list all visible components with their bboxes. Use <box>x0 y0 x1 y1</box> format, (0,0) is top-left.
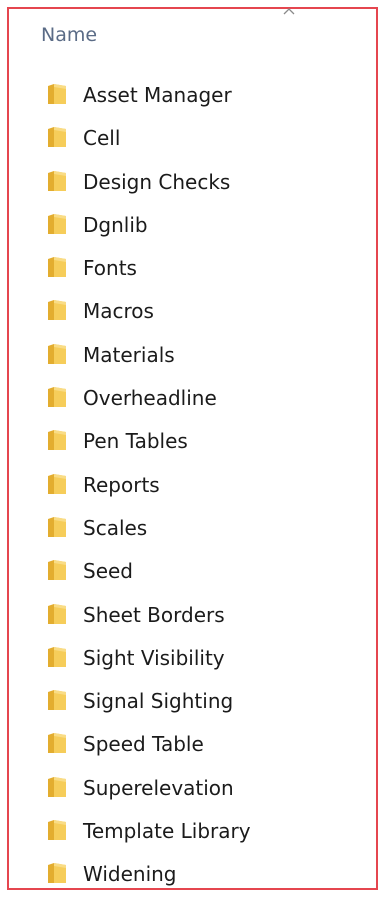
folder-item[interactable]: Superelevation <box>0 768 385 811</box>
folder-icon <box>47 343 67 365</box>
folder-icon <box>47 559 67 581</box>
folder-icon <box>47 299 67 321</box>
folder-item[interactable]: Overheadline <box>0 378 385 421</box>
folder-icon <box>47 776 67 798</box>
folder-name: Widening <box>83 862 177 887</box>
folder-item[interactable]: Asset Manager <box>0 75 385 118</box>
folder-name: Cell <box>83 126 121 151</box>
name-column-header[interactable]: Name <box>41 22 97 48</box>
folder-item[interactable]: Pen Tables <box>0 421 385 464</box>
folder-icon <box>47 386 67 408</box>
folder-item[interactable]: Fonts <box>0 248 385 291</box>
folder-name: Macros <box>83 299 154 324</box>
folder-name: Overheadline <box>83 386 217 411</box>
folder-name: Seed <box>83 559 133 584</box>
folder-name: Signal Sighting <box>83 689 234 714</box>
folder-item[interactable]: Reports <box>0 465 385 508</box>
folder-item[interactable]: Cell <box>0 118 385 161</box>
folder-name: Reports <box>83 472 160 497</box>
folder-icon <box>47 732 67 754</box>
folder-name: Pen Tables <box>83 429 188 454</box>
folder-name: Sheet Borders <box>83 602 225 627</box>
folder-item[interactable]: Sight Visibility <box>0 638 385 681</box>
folder-icon <box>47 819 67 841</box>
folder-name: Template Library <box>83 819 251 844</box>
folder-icon <box>47 170 67 192</box>
folder-name: Speed Table <box>83 732 204 757</box>
folder-icon <box>47 256 67 278</box>
folder-item[interactable]: Sheet Borders <box>0 595 385 638</box>
folder-icon <box>47 473 67 495</box>
folder-item[interactable]: Template Library <box>0 811 385 854</box>
folder-icon <box>47 126 67 148</box>
folder-item[interactable]: Speed Table <box>0 724 385 767</box>
folder-item[interactable]: Materials <box>0 335 385 378</box>
folder-name: Design Checks <box>83 169 231 194</box>
folder-name: Asset Manager <box>83 83 232 107</box>
folder-name: Scales <box>83 515 148 540</box>
folder-name: Sight Visibility <box>83 645 225 670</box>
folder-icon <box>47 646 67 668</box>
sort-caret-icon[interactable] <box>283 7 295 15</box>
folder-list: Asset Manager Cell Design Checks Dgnlib Font… <box>0 75 385 898</box>
folder-name: Fonts <box>83 256 137 281</box>
folder-name: Dgnlib <box>83 212 148 237</box>
folder-item[interactable]: Design Checks <box>0 162 385 205</box>
folder-item[interactable]: Signal Sighting <box>0 681 385 724</box>
folder-item[interactable]: Macros <box>0 291 385 334</box>
folder-icon <box>47 603 67 625</box>
folder-icon <box>47 429 67 451</box>
folder-icon <box>47 516 67 538</box>
folder-item[interactable]: Scales <box>0 508 385 551</box>
folder-icon <box>47 862 67 884</box>
folder-icon <box>47 689 67 711</box>
folder-icon <box>47 213 67 235</box>
folder-icon <box>47 83 67 105</box>
folder-name: Superelevation <box>83 775 234 800</box>
folder-item[interactable]: Widening <box>0 854 385 897</box>
folder-item[interactable]: Dgnlib <box>0 205 385 248</box>
folder-item[interactable]: Seed <box>0 551 385 594</box>
folder-name: Materials <box>83 342 175 367</box>
